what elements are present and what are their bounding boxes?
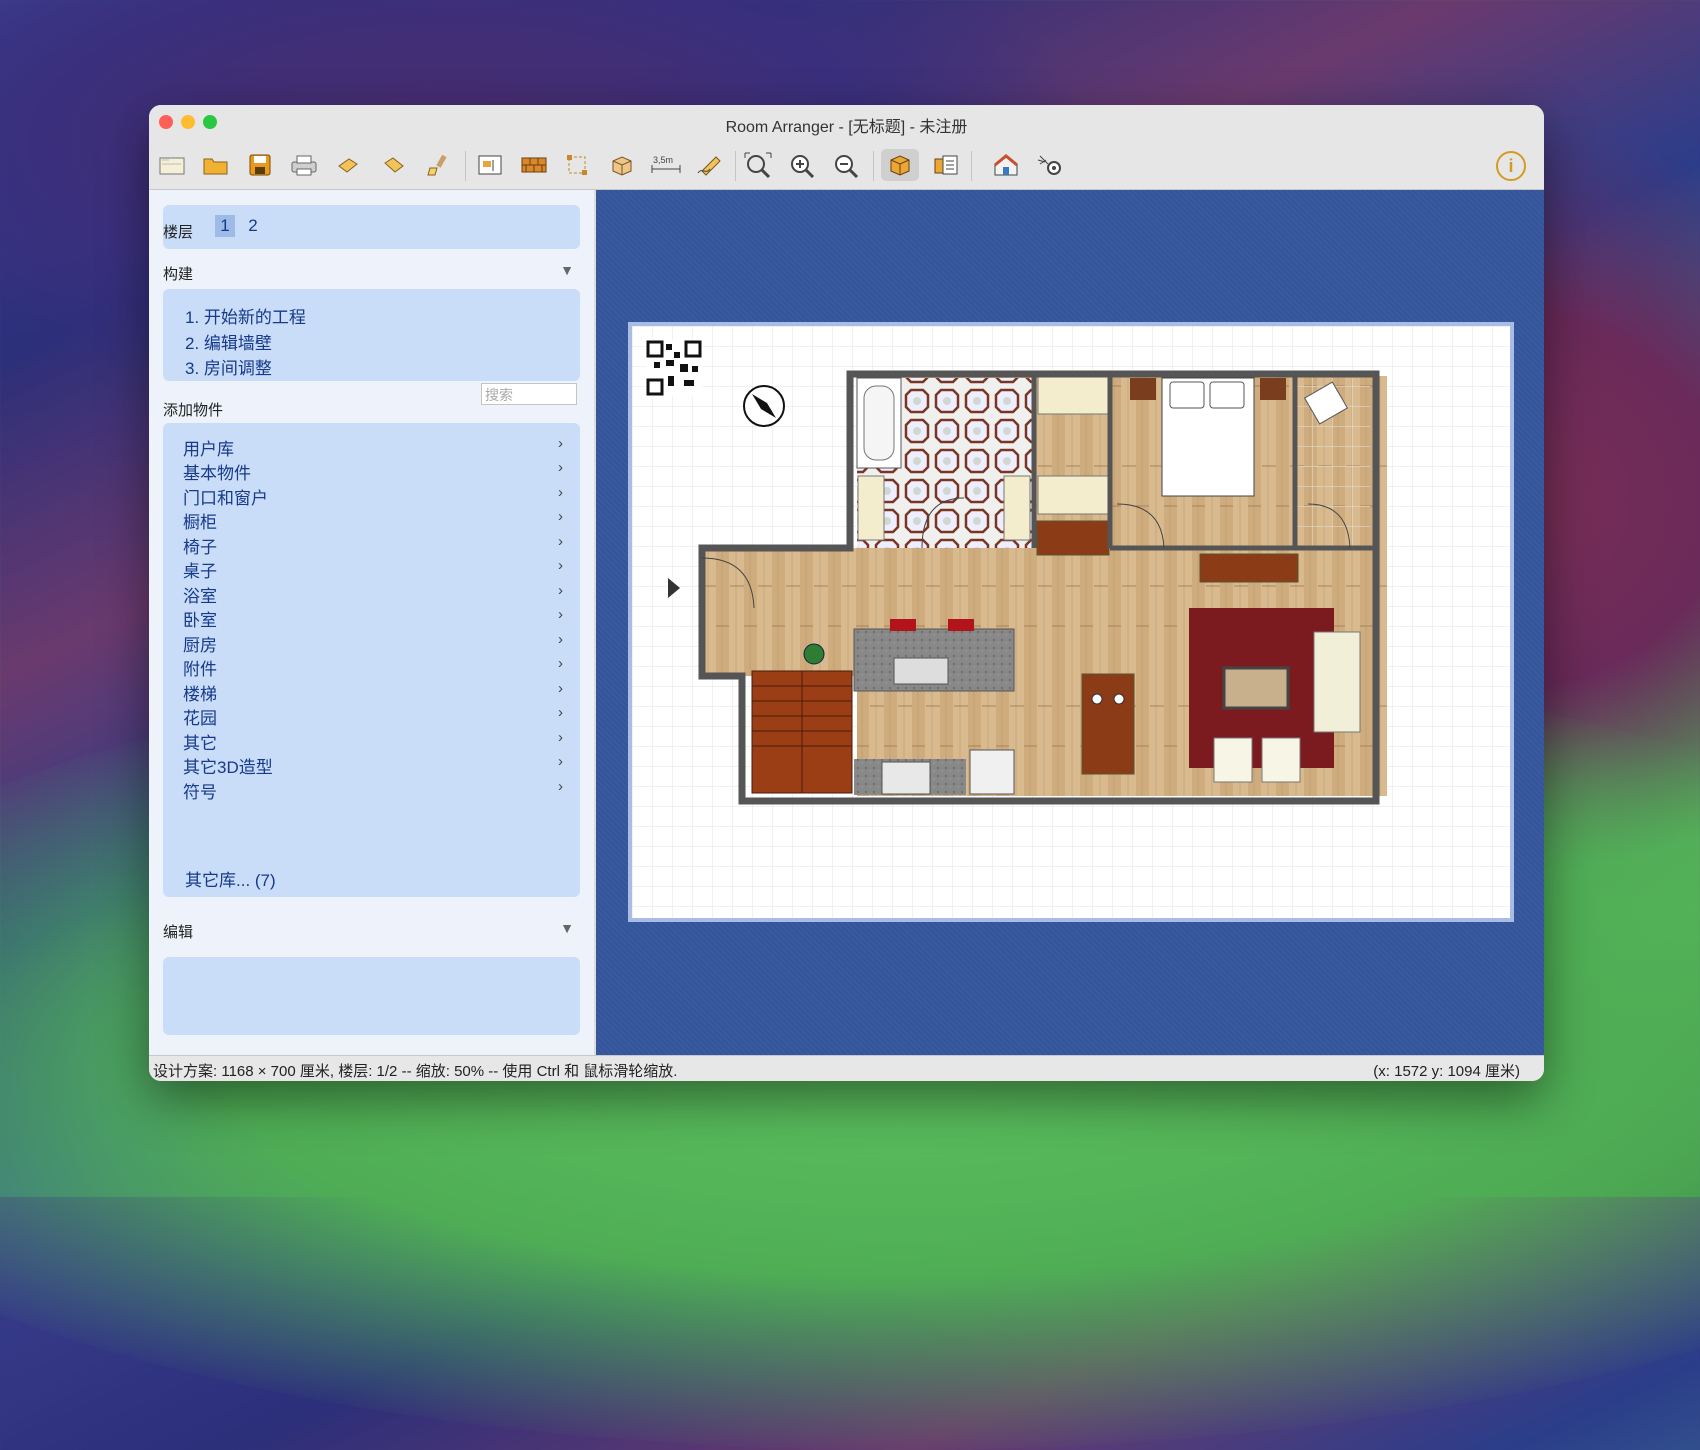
library-item-kitchen[interactable]: 厨房 › (183, 631, 563, 655)
floor-plan-sheet[interactable] (628, 322, 1514, 922)
cursor-coordinates: (x: 1572 y: 1094 厘米) (1373, 1063, 1520, 1080)
build-panel: 1. 开始新的工程 2. 编辑墙壁 3. 房间调整 (163, 289, 580, 381)
chevron-right-icon: › (558, 704, 563, 721)
other-libraries-link[interactable]: 其它库... (7) (185, 866, 276, 891)
3d-box-move-icon[interactable] (605, 149, 639, 181)
library-item-bathroom[interactable]: 浴室 › (183, 582, 563, 606)
library-item-label: 桌子 (183, 562, 217, 581)
library-item-symbols[interactable]: 符号 › (183, 778, 563, 802)
svg-text:3,5m: 3,5m (653, 155, 673, 165)
chevron-right-icon: › (558, 508, 563, 525)
save-icon[interactable] (243, 149, 277, 181)
chevron-right-icon: › (558, 631, 563, 648)
edit-collapse-icon[interactable]: ▼ (560, 920, 574, 936)
build-step-edit-walls[interactable]: 2. 编辑墙壁 (185, 329, 272, 354)
library-item-stairs[interactable]: 楼梯 › (183, 680, 563, 704)
chevron-right-icon: › (558, 680, 563, 697)
library-item-chairs[interactable]: 椅子 › (183, 533, 563, 557)
library-item-label: 卧室 (183, 611, 217, 630)
library-item-other-3d[interactable]: 其它3D造型 › (183, 753, 563, 777)
build-section-label: 构建 (163, 266, 194, 283)
toolbar: 3,5m i (149, 141, 1544, 190)
chevron-right-icon: › (558, 655, 563, 672)
chevron-right-icon: › (558, 606, 563, 623)
library-panel: 用户库 › 基本物件 › 门口和窗户 › 橱柜 › 椅子 › 桌子 › 浴室 › 卧室 › 厨房… (163, 423, 580, 897)
settings-gear-icon[interactable] (1033, 149, 1067, 181)
zoom-in-icon[interactable] (785, 149, 819, 181)
library-item-label: 楼梯 (183, 685, 217, 704)
library-item-label: 符号 (183, 783, 217, 802)
library-item-label: 用户库 (183, 440, 234, 459)
new-plan-icon[interactable] (155, 149, 189, 181)
pencil-draw-icon[interactable] (693, 149, 727, 181)
title-bar: Room Arranger - [无标题] - 未注册 (149, 105, 1544, 141)
chevron-right-icon: › (558, 582, 563, 599)
floor-plan-drawing (632, 326, 1510, 918)
library-item-label: 其它3D造型 (183, 758, 273, 777)
chevron-right-icon: › (558, 778, 563, 795)
library-item-user[interactable]: 用户库 › (183, 435, 563, 459)
library-item-label: 橱柜 (183, 513, 217, 532)
library-item-tables[interactable]: 桌子 › (183, 557, 563, 581)
library-item-doors-windows[interactable]: 门口和窗户 › (183, 484, 563, 508)
library-item-cabinets[interactable]: 橱柜 › (183, 508, 563, 532)
build-step-new-project[interactable]: 1. 开始新的工程 (185, 303, 306, 328)
floor-panel: 楼层 1 2 (163, 205, 580, 249)
measure-icon[interactable]: 3,5m (649, 149, 683, 181)
qr-code (646, 340, 702, 396)
info-icon[interactable]: i (1496, 151, 1526, 181)
chevron-right-icon: › (558, 557, 563, 574)
library-item-garden[interactable]: 花园 › (183, 704, 563, 728)
library-item-label: 基本物件 (183, 464, 251, 483)
plant-icon (803, 643, 825, 665)
library-item-label: 花园 (183, 709, 217, 728)
library-item-label: 其它 (183, 734, 217, 753)
status-text: 设计方案: 1168 × 700 厘米, 楼层: 1/2 -- 缩放: 50% … (153, 1063, 678, 1080)
compass-icon (743, 385, 785, 427)
add-objects-label: 添加物件 (163, 402, 224, 419)
chevron-right-icon: › (558, 753, 563, 770)
library-item-label: 浴室 (183, 587, 217, 606)
sidebar: 楼层 1 2 构建 ▼ 1. 开始新的工程 2. 编辑墙壁 3. 房间调整 添加… (149, 190, 594, 1055)
chevron-right-icon: › (558, 459, 563, 476)
3d-view-icon[interactable] (881, 149, 919, 181)
build-step-room-adjust[interactable]: 3. 房间调整 (185, 354, 272, 379)
paint-brush-icon[interactable] (421, 149, 455, 181)
window-title: Room Arranger - [无标题] - 未注册 (725, 119, 968, 136)
library-item-label: 椅子 (183, 538, 217, 557)
chevron-right-icon: › (558, 435, 563, 452)
floor-label: 楼层 (163, 224, 194, 241)
zoom-fit-icon[interactable] (741, 149, 775, 181)
build-collapse-icon[interactable]: ▼ (560, 262, 574, 278)
floor-tab-2[interactable]: 2 (243, 215, 263, 237)
library-item-label: 厨房 (183, 636, 217, 655)
zoom-out-icon[interactable] (829, 149, 863, 181)
library-item-bedroom[interactable]: 卧室 › (183, 606, 563, 630)
status-bar: 设计方案: 1168 × 700 厘米, 楼层: 1/2 -- 缩放: 50% … (149, 1055, 1544, 1081)
floor-tab-1[interactable]: 1 (215, 215, 235, 237)
wall-brick-icon[interactable] (517, 149, 551, 181)
chevron-right-icon: › (558, 533, 563, 550)
undo-icon[interactable] (331, 149, 365, 181)
select-area-icon[interactable] (561, 149, 595, 181)
library-item-label: 附件 (183, 660, 217, 679)
library-item-other[interactable]: 其它 › (183, 729, 563, 753)
plan-canvas[interactable] (596, 190, 1544, 1055)
object-list-icon[interactable] (929, 149, 963, 181)
library-item-accessories[interactable]: 附件 › (183, 655, 563, 679)
print-icon[interactable] (287, 149, 321, 181)
redo-icon[interactable] (377, 149, 411, 181)
chevron-right-icon: › (558, 484, 563, 501)
app-window: Room Arranger - [无标题] - 未注册 3,5m i 楼层 1 … (149, 105, 1544, 1081)
edit-panel (163, 957, 580, 1035)
chevron-right-icon: › (558, 729, 563, 746)
room-settings-icon[interactable] (473, 149, 507, 181)
open-folder-icon[interactable] (199, 149, 233, 181)
house-icon[interactable] (989, 149, 1023, 181)
library-item-basic[interactable]: 基本物件 › (183, 459, 563, 483)
edit-section-label: 编辑 (163, 924, 194, 941)
search-input[interactable]: 搜索 (481, 383, 577, 405)
library-item-label: 门口和窗户 (183, 489, 268, 508)
